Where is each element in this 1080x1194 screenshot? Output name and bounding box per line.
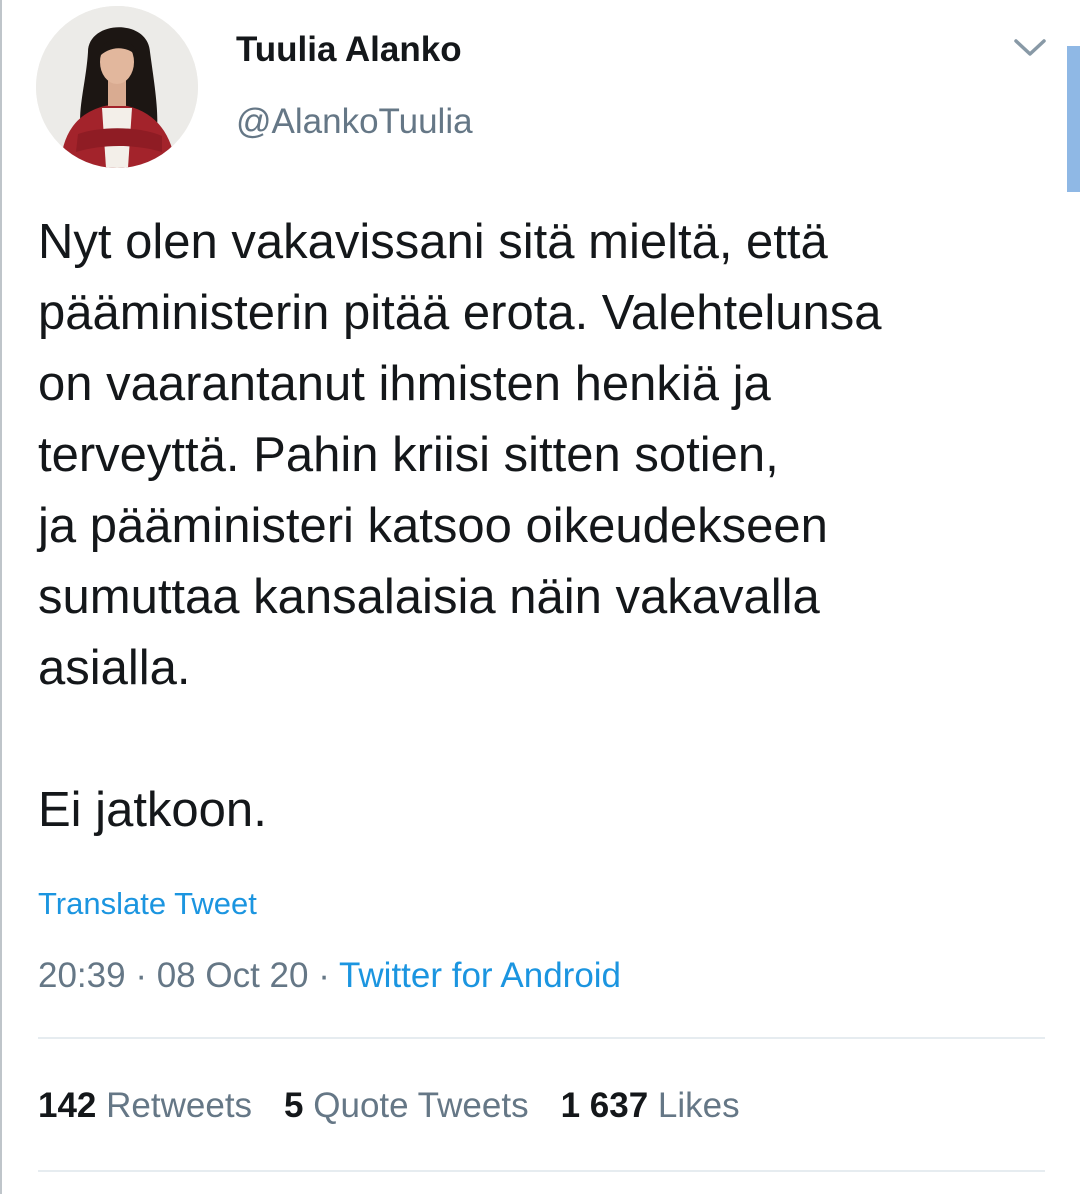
divider xyxy=(38,1037,1045,1039)
translate-tweet-link[interactable]: Translate Tweet xyxy=(38,886,257,922)
chevron-down-icon[interactable] xyxy=(1010,32,1050,64)
tweet-stats: 142 Retweets 5 Quote Tweets 1 637 Likes xyxy=(38,1086,772,1126)
retweets-count: 142 xyxy=(38,1086,97,1125)
meta-separator: · xyxy=(308,956,339,995)
scrollbar[interactable] xyxy=(1067,46,1080,192)
tweet-date: 08 Oct 20 xyxy=(156,956,309,995)
retweets-stat[interactable]: 142 Retweets xyxy=(38,1086,252,1126)
tweet-source-link[interactable]: Twitter for Android xyxy=(339,956,621,995)
display-name[interactable]: Tuulia Alanko xyxy=(236,30,462,70)
tweet-time: 20:39 xyxy=(38,956,126,995)
avatar-image xyxy=(36,6,198,168)
divider xyxy=(38,1170,1045,1172)
user-handle[interactable]: @AlankoTuulia xyxy=(236,102,473,142)
likes-count: 1 637 xyxy=(560,1086,649,1125)
meta-separator: · xyxy=(125,956,157,995)
likes-label: Likes xyxy=(657,1086,740,1125)
tweet-text: Nyt olen vakavissani sitä mieltä, että p… xyxy=(38,215,882,837)
avatar[interactable] xyxy=(36,6,198,168)
tweet-detail: Tuulia Alanko @AlankoTuulia Nyt olen vak… xyxy=(0,0,1080,1194)
tweet-meta: 20:39 · 08 Oct 20 · Twitter for Android xyxy=(38,956,621,996)
quote-tweets-stat[interactable]: 5 Quote Tweets xyxy=(284,1086,529,1126)
window-edge xyxy=(0,0,2,1194)
retweets-label: Retweets xyxy=(106,1086,253,1125)
quote-tweets-count: 5 xyxy=(284,1086,304,1125)
quote-tweets-label: Quote Tweets xyxy=(313,1086,529,1125)
likes-stat[interactable]: 1 637 Likes xyxy=(561,1086,740,1126)
